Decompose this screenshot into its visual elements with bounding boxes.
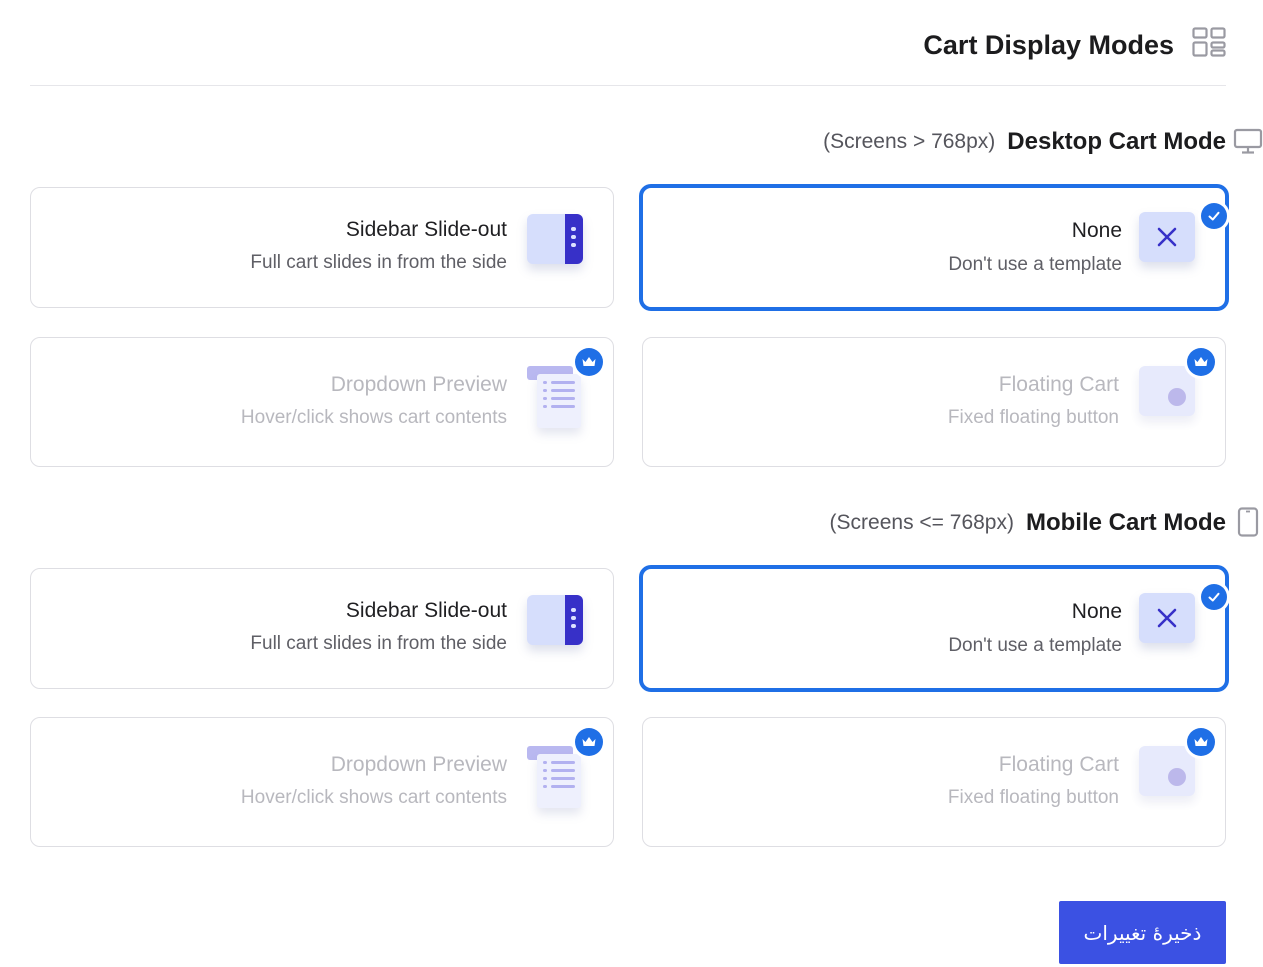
option-title: None xyxy=(1071,600,1122,623)
layout-grid-icon xyxy=(1192,27,1226,57)
option-title: Floating Cart xyxy=(998,373,1119,396)
mobile-option-dropdown-preview[interactable]: Dropdown Preview Hover/click shows cart … xyxy=(30,717,614,847)
option-description: Full cart slides in from the side xyxy=(250,633,507,654)
premium-crown-icon xyxy=(575,728,603,756)
page-header: Cart Display Modes xyxy=(30,0,1226,86)
sidebar-panel-icon xyxy=(527,214,583,264)
option-description: Full cart slides in from the side xyxy=(250,252,507,273)
floating-button-icon xyxy=(1139,746,1195,796)
close-icon xyxy=(1139,212,1195,262)
option-title: Dropdown Preview xyxy=(330,753,507,776)
option-description: Fixed floating button xyxy=(947,407,1119,428)
desktop-section-title: Desktop Cart Mode xyxy=(1007,128,1226,155)
premium-crown-icon xyxy=(1187,348,1215,376)
dropdown-list-icon xyxy=(527,366,583,428)
mobile-option-floating-cart[interactable]: Floating Cart Fixed floating button xyxy=(642,717,1226,847)
desktop-screen-note: (Screens > 768px) xyxy=(823,130,996,153)
option-description: Don't use a template xyxy=(948,254,1122,275)
option-title: Floating Cart xyxy=(998,753,1119,776)
mobile-section-header: (Screens <= 768px) Mobile Cart Mode xyxy=(829,505,1259,541)
option-description: Hover/click shows cart contents xyxy=(240,787,507,808)
mobile-section-title: Mobile Cart Mode xyxy=(1025,509,1226,536)
selected-check-icon xyxy=(1201,584,1227,610)
save-changes-button[interactable]: ذخیرهٔ تغییرات xyxy=(1059,901,1226,964)
premium-crown-icon xyxy=(575,348,603,376)
monitor-icon xyxy=(1233,128,1263,154)
premium-crown-icon xyxy=(1187,728,1215,756)
option-title: Sidebar Slide-out xyxy=(345,218,507,241)
option-description: Fixed floating button xyxy=(947,787,1119,808)
option-description: Hover/click shows cart contents xyxy=(240,407,507,428)
desktop-option-none[interactable]: None Don't use a template xyxy=(639,184,1229,311)
mobile-option-none[interactable]: None Don't use a template xyxy=(639,565,1229,692)
mobile-option-sidebar-slide-out[interactable]: Sidebar Slide-out Full cart slides in fr… xyxy=(30,568,614,689)
smartphone-icon xyxy=(1237,507,1259,537)
option-description: Don't use a template xyxy=(948,635,1122,656)
close-icon xyxy=(1139,593,1195,643)
desktop-option-sidebar-slide-out[interactable]: Sidebar Slide-out Full cart slides in fr… xyxy=(30,187,614,308)
floating-button-icon xyxy=(1139,366,1195,416)
desktop-option-floating-cart[interactable]: Floating Cart Fixed floating button xyxy=(642,337,1226,467)
dropdown-list-icon xyxy=(527,746,583,808)
desktop-section-header: (Screens > 768px) Desktop Cart Mode xyxy=(823,124,1263,160)
selected-check-icon xyxy=(1201,203,1227,229)
page-title: Cart Display Modes xyxy=(923,30,1174,60)
option-title: None xyxy=(1071,219,1122,242)
option-title: Dropdown Preview xyxy=(330,373,507,396)
option-title: Sidebar Slide-out xyxy=(345,599,507,622)
desktop-option-dropdown-preview[interactable]: Dropdown Preview Hover/click shows cart … xyxy=(30,337,614,467)
sidebar-panel-icon xyxy=(527,595,583,645)
mobile-screen-note: (Screens <= 768px) xyxy=(829,511,1014,534)
